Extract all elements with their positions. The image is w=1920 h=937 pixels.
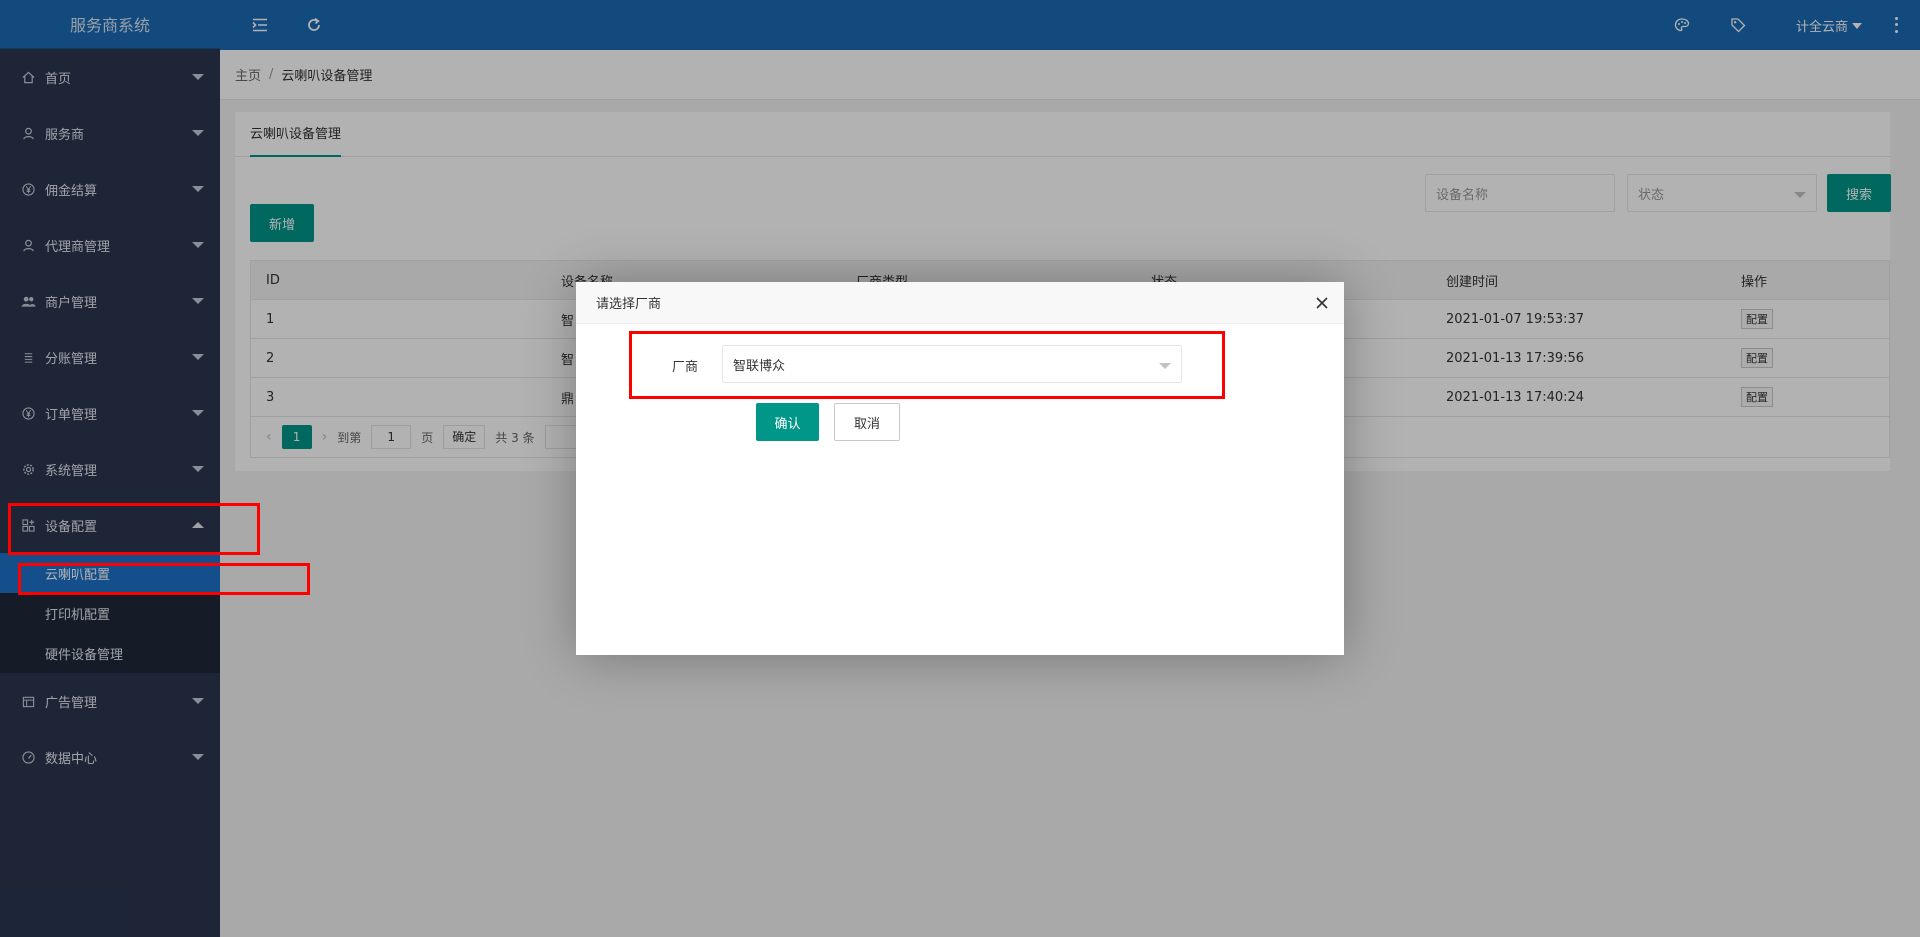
vendor-select[interactable]: 智联博众 (722, 345, 1182, 383)
close-icon[interactable] (1312, 293, 1332, 313)
vendor-field-label: 厂商 (672, 360, 699, 375)
select-vendor-dialog: 请选择厂商 厂商 智联博众 确认 取消 (576, 282, 1344, 655)
confirm-button[interactable]: 确认 (756, 403, 819, 441)
cancel-button[interactable]: 取消 (834, 403, 900, 441)
vendor-select-value: 智联博众 (733, 358, 786, 374)
dialog-title: 请选择厂商 (596, 297, 662, 312)
chevron-down-icon (1159, 363, 1171, 369)
dialog-title-bar: 请选择厂商 (576, 282, 1344, 324)
